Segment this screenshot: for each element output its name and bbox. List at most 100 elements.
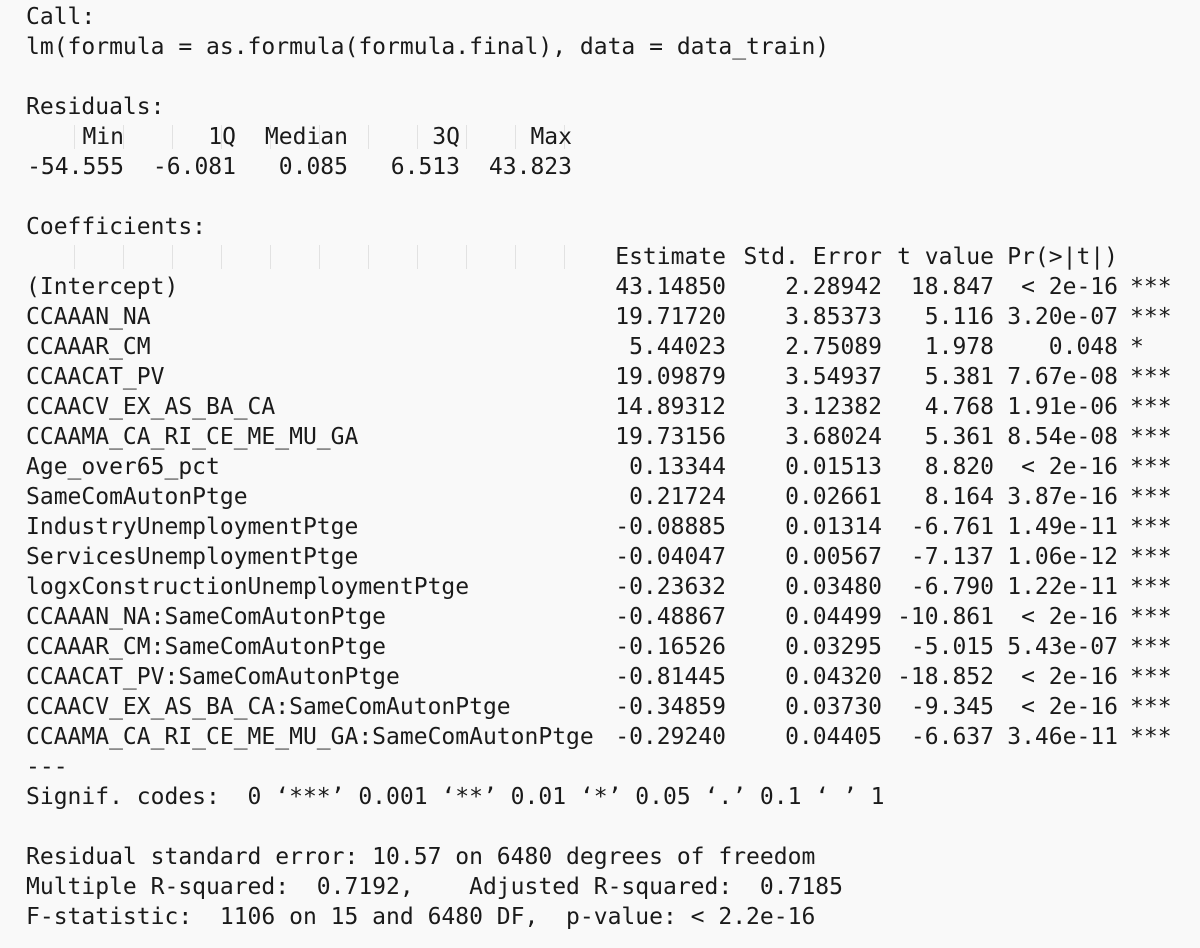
- coef-std-error: 0.04499: [785, 604, 882, 630]
- coef-estimate: -0.23632: [615, 574, 726, 600]
- coef-std-error: 3.54937: [785, 364, 882, 390]
- coef-signif-stars: ***: [1130, 424, 1172, 450]
- residual-value-max: 43.823: [488, 154, 572, 180]
- coef-row: ServicesUnemploymentPtge -0.04047 0.00567 -…: [26, 542, 1186, 572]
- coef-estimate: 19.09879: [615, 364, 726, 390]
- coef-row: CCAAAN_NA 19.71720 3.85373 5.116 3.20e-07 ***: [26, 302, 1186, 332]
- coef-estimate: -0.81445: [615, 664, 726, 690]
- coef-p-value: 1.91e-06: [1007, 394, 1118, 420]
- coef-p-value: 1.22e-11: [1007, 574, 1118, 600]
- coef-t-value: 5.381: [924, 364, 994, 390]
- call-formula: lm(formula = as.formula(formula.final), …: [26, 34, 830, 60]
- col-p-value: Pr(>|t|): [1007, 244, 1118, 270]
- coef-row: logxConstructionUnemploymentPtge -0.23632…: [26, 572, 1186, 602]
- coef-signif-stars: ***: [1130, 514, 1172, 540]
- coef-row: CCAACV_EX_AS_BA_CA:SameComAutonPtge -0.34…: [26, 692, 1186, 722]
- coef-term: SameComAutonPtge: [26, 484, 248, 510]
- coef-p-value: < 2e-16: [1021, 664, 1118, 690]
- coef-term: CCAACV_EX_AS_BA_CA: [26, 394, 276, 420]
- coef-t-value: 8.820: [924, 454, 994, 480]
- coef-signif-stars: ***: [1130, 724, 1172, 750]
- coef-estimate: -0.16526: [615, 634, 726, 660]
- coef-estimate: 0.13344: [629, 454, 726, 480]
- coef-estimate: 19.73156: [615, 424, 726, 450]
- coef-std-error: 0.02661: [785, 484, 882, 510]
- coef-std-error: 0.01513: [785, 454, 882, 480]
- signif-codes: Signif. codes: 0 ‘***’ 0.001 ‘**’ 0.01 ‘…: [26, 784, 885, 810]
- coef-std-error: 2.75089: [785, 334, 882, 360]
- coef-t-value: -9.345: [910, 694, 994, 720]
- residuals-labels-row: Min 1Q Median 3Q Max: [26, 122, 586, 152]
- coef-row: Age_over65_pct 0.13344 0.01513 8.820 < 2e-16…: [26, 452, 1186, 482]
- coef-signif-stars: ***: [1130, 604, 1172, 630]
- col-std-error: Std. Error: [743, 244, 882, 270]
- coef-std-error: 0.03730: [785, 694, 882, 720]
- coef-term: CCAACAT_PV:SameComAutonPtge: [26, 664, 400, 690]
- coef-signif-stars: ***: [1130, 454, 1172, 480]
- coef-std-error: 3.68024: [785, 424, 882, 450]
- coef-p-value: 3.87e-16: [1007, 484, 1118, 510]
- coef-estimate: 14.89312: [615, 394, 726, 420]
- coef-row: CCAAAN_NA:SameComAutonPtge -0.48867 0.0449…: [26, 602, 1186, 632]
- coef-t-value: 18.847: [910, 274, 994, 300]
- col-estimate: Estimate: [615, 244, 726, 270]
- coef-term: CCAAAN_NA:SameComAutonPtge: [26, 604, 387, 630]
- coef-term: IndustryUnemploymentPtge: [26, 514, 359, 540]
- coef-term: CCAAAR_CM:SameComAutonPtge: [26, 634, 387, 660]
- coef-term: CCAAAR_CM: [26, 334, 151, 360]
- coef-p-value: < 2e-16: [1021, 454, 1118, 480]
- coef-std-error: 3.12382: [785, 394, 882, 420]
- coef-term: CCAACAT_PV: [26, 364, 165, 390]
- coef-term: (Intercept): [26, 274, 179, 300]
- coefficients-header-row: Estimate Std. Error t value Pr(>|t|): [26, 242, 1176, 272]
- coef-estimate: -0.04047: [615, 544, 726, 570]
- coef-t-value: -6.637: [910, 724, 994, 750]
- coef-std-error: 0.00567: [785, 544, 882, 570]
- residual-label-1q: 1Q: [208, 124, 236, 150]
- coef-p-value: 1.06e-12: [1007, 544, 1118, 570]
- coef-std-error: 0.04405: [785, 724, 882, 750]
- coef-row: CCAACAT_PV 19.09879 3.54937 5.381 7.67e-08 **…: [26, 362, 1186, 392]
- coef-signif-stars: ***: [1130, 544, 1172, 570]
- coef-row: SameComAutonPtge 0.21724 0.02661 8.164 3.87e…: [26, 482, 1186, 512]
- coef-signif-stars: ***: [1130, 304, 1172, 330]
- residual-value-min: -54.555: [27, 154, 124, 180]
- coef-estimate: -0.08885: [615, 514, 726, 540]
- coef-p-value: < 2e-16: [1021, 694, 1118, 720]
- coef-row: CCAACV_EX_AS_BA_CA 14.89312 3.12382 4.768 1.…: [26, 392, 1186, 422]
- coef-t-value: 1.978: [924, 334, 994, 360]
- residual-label-max: Max: [530, 124, 572, 150]
- coef-signif-stars: ***: [1130, 664, 1172, 690]
- residual-value-median: 0.085: [278, 154, 348, 180]
- coef-std-error: 3.85373: [785, 304, 882, 330]
- coef-t-value: -7.137: [910, 544, 994, 570]
- coef-signif-stars: ***: [1130, 364, 1172, 390]
- coef-signif-stars: ***: [1130, 274, 1172, 300]
- coef-std-error: 0.01314: [785, 514, 882, 540]
- coef-p-value: 3.46e-11: [1007, 724, 1118, 750]
- call-heading: Call:: [26, 4, 96, 30]
- coef-row: (Intercept) 43.14850 2.28942 18.847 < 2e-16 *…: [26, 272, 1186, 302]
- coef-row: CCAAMA_CA_RI_CE_ME_MU_GA:SameComAutonPtg…: [26, 722, 1186, 752]
- coef-t-value: -10.861: [897, 604, 994, 630]
- coef-t-value: 4.768: [924, 394, 994, 420]
- coef-term: logxConstructionUnemploymentPtge: [26, 574, 470, 600]
- residuals-heading: Residuals:: [26, 94, 165, 120]
- r-squared: Multiple R-squared: 0.7192, Adjusted R-s…: [26, 874, 843, 900]
- coef-p-value: 5.43e-07: [1007, 634, 1118, 660]
- coef-p-value: < 2e-16: [1021, 604, 1118, 630]
- coef-t-value: 8.164: [924, 484, 994, 510]
- coef-signif-stars: ***: [1130, 394, 1172, 420]
- coef-t-value: 5.361: [924, 424, 994, 450]
- separator: ---: [26, 754, 68, 780]
- coef-estimate: -0.29240: [615, 724, 726, 750]
- coef-p-value: < 2e-16: [1021, 274, 1118, 300]
- coef-signif-stars: ***: [1130, 484, 1172, 510]
- f-statistic: F-statistic: 1106 on 15 and 6480 DF, p-v…: [26, 904, 816, 930]
- coef-signif-stars: ***: [1130, 574, 1172, 600]
- coef-row: IndustryUnemploymentPtge -0.08885 0.01314 -…: [26, 512, 1186, 542]
- coef-signif-stars: ***: [1130, 634, 1172, 660]
- coef-p-value: 1.49e-11: [1007, 514, 1118, 540]
- coef-row: CCAAAR_CM:SameComAutonPtge -0.16526 0.0329…: [26, 632, 1186, 662]
- coef-row: CCAAMA_CA_RI_CE_ME_MU_GA 19.73156 3.68024 5…: [26, 422, 1186, 452]
